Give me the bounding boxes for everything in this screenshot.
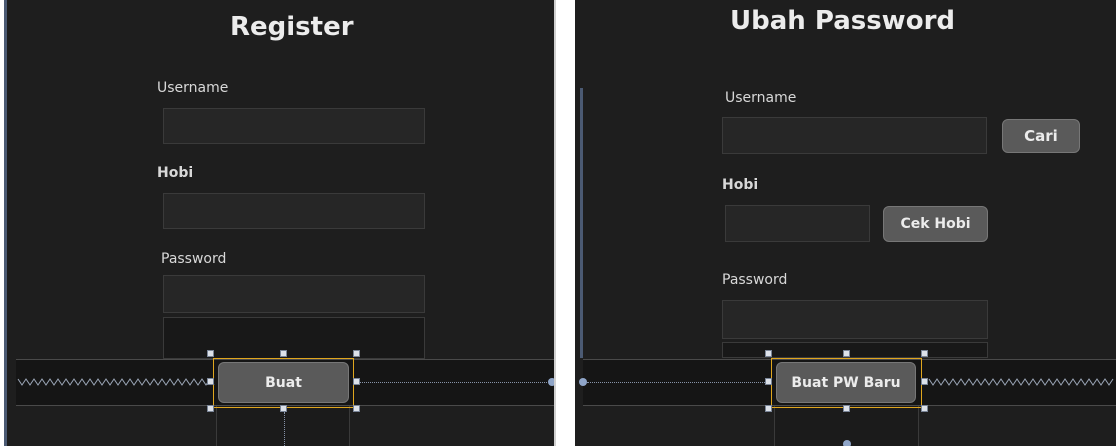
cek-hobi-button[interactable]: Cek Hobi bbox=[883, 206, 988, 242]
hobi-label: Hobi bbox=[157, 165, 194, 181]
button-column bbox=[216, 406, 350, 446]
hobi-input[interactable] bbox=[163, 193, 425, 229]
buat-pw-baru-button[interactable]: Buat PW Baru bbox=[776, 362, 916, 403]
password-label: Password bbox=[722, 272, 788, 288]
panel-left-edge bbox=[4, 0, 7, 446]
password-input[interactable] bbox=[163, 275, 425, 313]
resize-handle-e[interactable] bbox=[921, 378, 928, 385]
right-guide-line bbox=[357, 382, 547, 383]
right-anchor-point[interactable] bbox=[548, 378, 554, 386]
buat-button[interactable]: Buat bbox=[218, 362, 349, 403]
username-input[interactable] bbox=[722, 117, 987, 154]
hobi-label: Hobi bbox=[722, 177, 759, 193]
left-guide-line bbox=[587, 382, 769, 383]
resize-handle-nw[interactable] bbox=[207, 350, 214, 357]
resize-handle-s[interactable] bbox=[280, 405, 287, 412]
password-confirm-area[interactable] bbox=[722, 342, 988, 358]
center-guide-line bbox=[284, 412, 285, 446]
resize-handle-w[interactable] bbox=[765, 378, 772, 385]
resize-handle-nw[interactable] bbox=[765, 350, 772, 357]
resize-handle-n[interactable] bbox=[843, 350, 850, 357]
resize-handle-n[interactable] bbox=[280, 350, 287, 357]
username-label: Username bbox=[157, 80, 229, 96]
hobi-input[interactable] bbox=[725, 205, 870, 242]
change-password-title: Ubah Password bbox=[730, 6, 955, 36]
resize-handle-se[interactable] bbox=[353, 405, 360, 412]
register-title: Register bbox=[230, 12, 354, 42]
left-spring-icon bbox=[17, 378, 215, 386]
password-confirm-area[interactable] bbox=[163, 317, 425, 359]
cari-button[interactable]: Cari bbox=[1002, 119, 1080, 153]
username-label: Username bbox=[725, 90, 797, 106]
register-design-panel: Register Username Hobi Password Buat bbox=[4, 0, 556, 446]
resize-handle-e[interactable] bbox=[353, 378, 360, 385]
password-label: Password bbox=[161, 251, 227, 267]
resize-handle-s[interactable] bbox=[843, 405, 850, 412]
change-password-design-panel: Ubah Password Username Cari Hobi Cek Hob… bbox=[575, 0, 1116, 446]
panel-left-guide bbox=[580, 88, 583, 358]
resize-handle-w[interactable] bbox=[207, 378, 214, 385]
bottom-anchor-point[interactable] bbox=[843, 440, 851, 446]
resize-handle-ne[interactable] bbox=[921, 350, 928, 357]
resize-handle-sw[interactable] bbox=[207, 405, 214, 412]
password-input[interactable] bbox=[722, 300, 988, 339]
username-input[interactable] bbox=[163, 108, 425, 144]
resize-handle-se[interactable] bbox=[921, 405, 928, 412]
left-anchor-point[interactable] bbox=[579, 378, 587, 386]
resize-handle-ne[interactable] bbox=[353, 350, 360, 357]
resize-handle-sw[interactable] bbox=[765, 405, 772, 412]
right-spring-icon bbox=[928, 378, 1114, 386]
